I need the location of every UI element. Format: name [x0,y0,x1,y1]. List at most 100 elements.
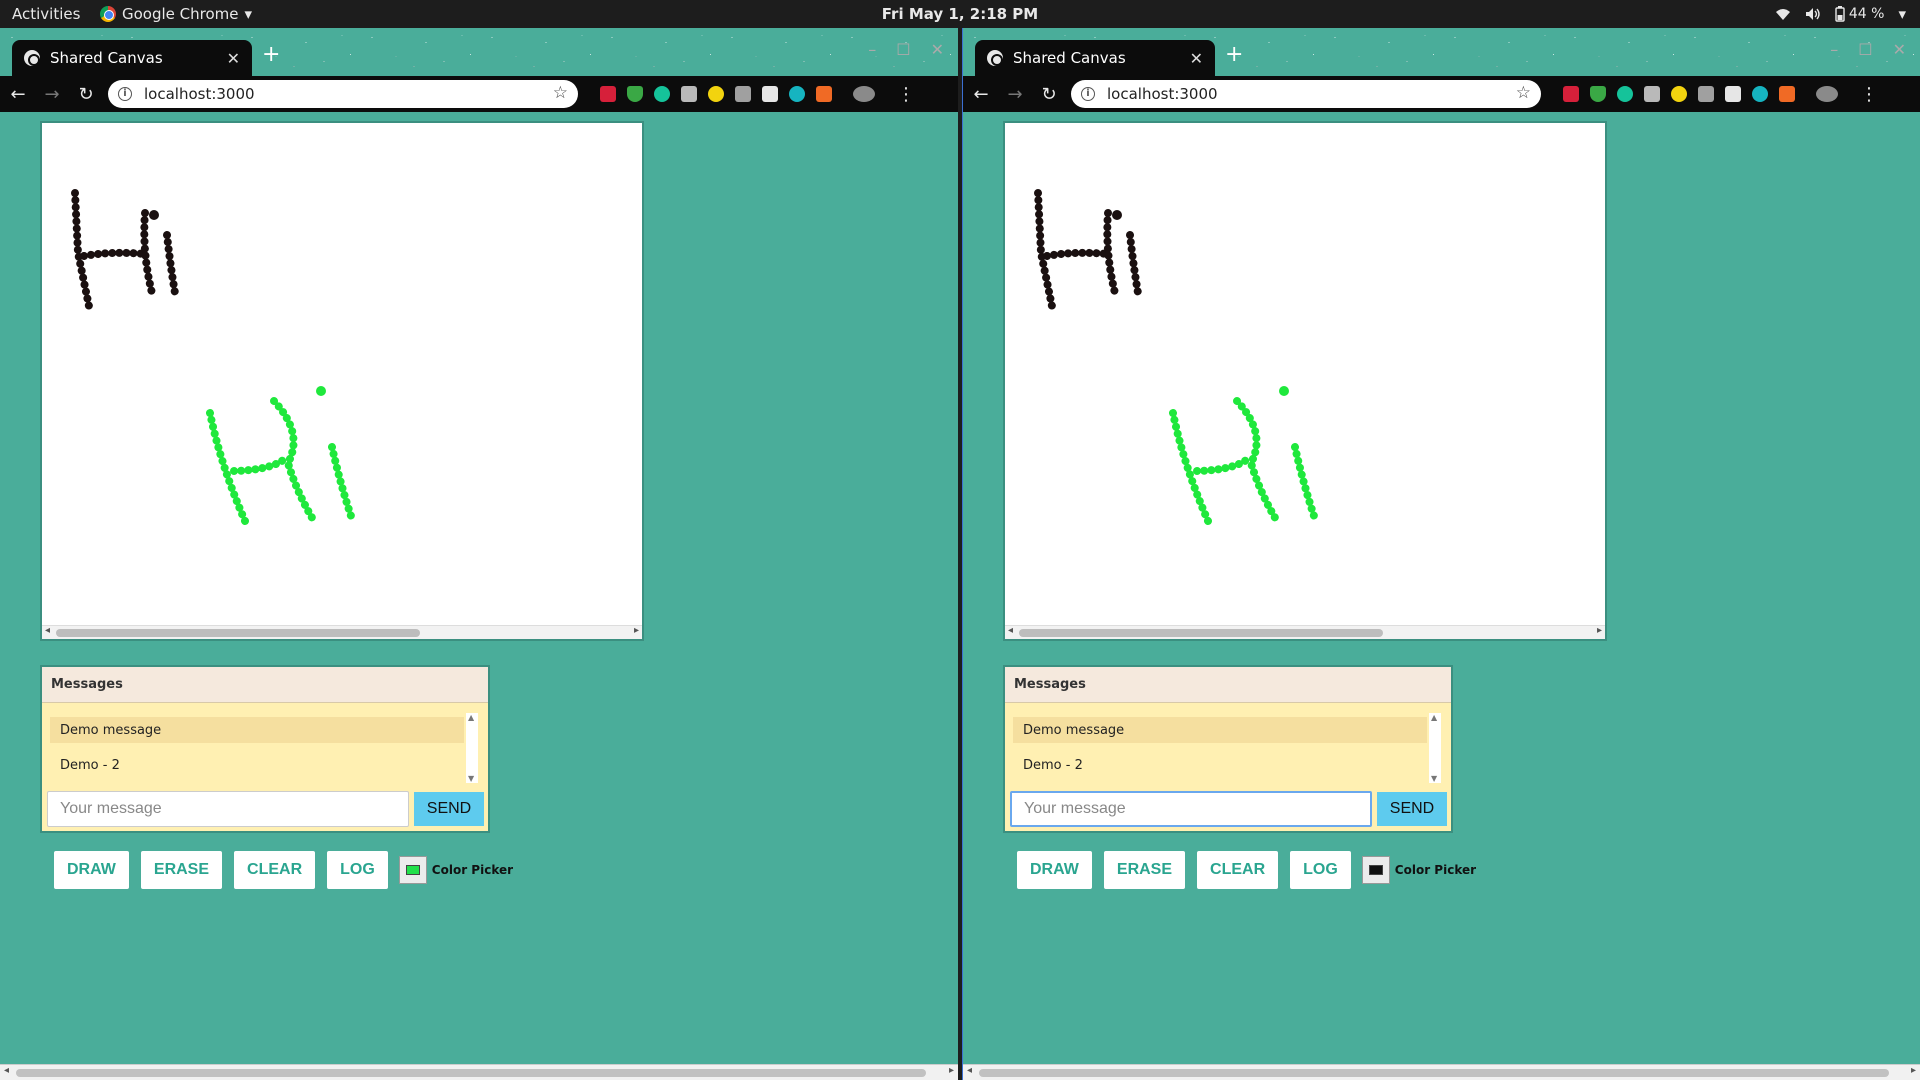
extension-icon[interactable] [735,86,751,102]
new-tab-button[interactable]: + [1225,42,1243,67]
scroll-down-arrow-icon[interactable]: ▼ [1431,774,1437,783]
scroll-left-arrow-icon[interactable]: ◂ [967,1065,972,1076]
scroll-thumb[interactable] [56,629,420,637]
erase-button[interactable]: ERASE [1103,851,1186,889]
log-button[interactable]: LOG [327,851,388,889]
new-tab-button[interactable]: + [262,42,280,67]
green-h-left-stroke [1169,409,1212,525]
extension-icon[interactable] [762,86,778,102]
info-icon[interactable]: i [1081,87,1095,101]
minimize-icon[interactable]: – [1830,40,1838,59]
page-horizontal-scrollbar[interactable]: ◂ ▸ [0,1064,958,1080]
green-i-dot [1279,386,1289,396]
forward-icon[interactable]: → [1007,84,1023,105]
messages-list[interactable]: Demo message Demo - 2 [50,717,464,787]
forward-icon[interactable]: → [44,84,60,105]
extensions-row [1563,86,1838,102]
extension-icon[interactable] [1563,86,1579,102]
scroll-up-arrow-icon[interactable]: ▲ [468,713,474,722]
scroll-thumb[interactable] [979,1069,1889,1077]
canvas-horizontal-scrollbar[interactable]: ◂ ▸ [42,625,642,639]
extension-icon[interactable] [789,86,805,102]
scroll-left-arrow-icon[interactable]: ◂ [1008,625,1013,636]
extension-icon[interactable] [1671,86,1687,102]
back-icon[interactable]: ← [973,84,989,105]
messages-scrollbar[interactable]: ▲ ▼ [466,713,478,783]
tab-shared-canvas[interactable]: Shared Canvas ✕ [12,40,252,76]
draw-button[interactable]: DRAW [1017,851,1092,889]
maximize-icon[interactable]: ☐ [1858,40,1872,59]
black-h-left-stroke [1034,189,1057,315]
scroll-right-arrow-icon[interactable]: ▸ [1911,1065,1916,1076]
profile-avatar[interactable] [1816,86,1838,102]
close-window-icon[interactable]: ✕ [1893,40,1906,59]
color-picker-input[interactable] [398,856,427,884]
info-icon[interactable]: i [118,87,132,101]
close-tab-icon[interactable]: ✕ [1190,49,1203,68]
extension-icon[interactable] [1779,86,1795,102]
scroll-right-arrow-icon[interactable]: ▸ [949,1065,954,1076]
log-button[interactable]: LOG [1290,851,1351,889]
scroll-down-arrow-icon[interactable]: ▼ [468,774,474,783]
canvas-horizontal-scrollbar[interactable]: ◂ ▸ [1005,625,1605,639]
address-bar[interactable]: i localhost:3000 ☆ [1071,80,1541,108]
erase-button[interactable]: ERASE [140,851,223,889]
extension-icon[interactable] [1725,86,1741,102]
extension-icon[interactable] [816,86,832,102]
more-menu-icon[interactable]: ⋮ [1860,84,1878,105]
clear-button[interactable]: CLEAR [234,851,316,889]
extension-icon[interactable] [1698,86,1714,102]
draw-button[interactable]: DRAW [54,851,129,889]
scroll-left-arrow-icon[interactable]: ◂ [45,625,50,636]
maximize-icon[interactable]: ☐ [896,40,910,59]
scroll-thumb[interactable] [16,1069,926,1077]
bookmark-star-icon[interactable]: ☆ [553,83,568,103]
color-picker-input[interactable] [1361,856,1390,884]
send-button[interactable]: SEND [1377,792,1447,826]
send-button[interactable]: SEND [414,792,484,826]
page-horizontal-scrollbar[interactable]: ◂ ▸ [963,1064,1920,1080]
browser-toolbar: ← → ↻ i localhost:3000 ☆ ⋮ [0,76,958,112]
scroll-left-arrow-icon[interactable]: ◂ [4,1065,9,1076]
extension-icon[interactable] [600,86,616,102]
drawing-canvas[interactable]: ◂ ▸ [40,121,644,641]
close-tab-icon[interactable]: ✕ [227,49,240,68]
scroll-right-arrow-icon[interactable]: ▸ [1597,625,1602,636]
close-window-icon[interactable]: ✕ [931,40,944,59]
message-input[interactable] [1010,791,1372,827]
minimize-icon[interactable]: – [868,40,876,59]
scroll-right-arrow-icon[interactable]: ▸ [634,625,639,636]
browser-window-right: Shared Canvas ✕ + – ☐ ✕ ← → ↻ i localhos… [962,28,1920,1080]
bookmark-star-icon[interactable]: ☆ [1516,83,1531,103]
more-menu-icon[interactable]: ⋮ [897,84,915,105]
canvas-drawing [1034,189,1319,525]
system-tray[interactable]: 44 % ▾ [1775,5,1906,23]
extension-icon[interactable] [681,86,697,102]
extension-icon[interactable] [1752,86,1768,102]
extension-icon[interactable] [627,86,643,102]
messages-scrollbar[interactable]: ▲ ▼ [1429,713,1441,783]
scroll-thumb[interactable] [1019,629,1383,637]
extensions-row [600,86,875,102]
messages-title: Messages [1005,667,1451,703]
extension-icon[interactable] [1644,86,1660,102]
scroll-up-arrow-icon[interactable]: ▲ [1431,713,1437,722]
message-input[interactable] [47,791,409,827]
reload-icon[interactable]: ↻ [78,84,94,105]
clock[interactable]: Fri May 1, 2:18 PM [0,5,1920,23]
tab-shared-canvas[interactable]: Shared Canvas ✕ [975,40,1215,76]
extension-icon[interactable] [1590,86,1606,102]
black-i-stroke [1126,231,1142,297]
address-bar[interactable]: i localhost:3000 ☆ [108,80,578,108]
drawing-canvas[interactable]: ◂ ▸ [1003,121,1607,641]
extension-icon[interactable] [1617,86,1633,102]
clear-button[interactable]: CLEAR [1197,851,1279,889]
extension-icon[interactable] [708,86,724,102]
extension-icon[interactable] [654,86,670,102]
black-i-stroke [163,231,179,297]
color-picker-label: Color Picker [1394,863,1477,877]
profile-avatar[interactable] [853,86,875,102]
reload-icon[interactable]: ↻ [1041,84,1057,105]
back-icon[interactable]: ← [10,84,26,105]
messages-list[interactable]: Demo message Demo - 2 [1013,717,1427,787]
